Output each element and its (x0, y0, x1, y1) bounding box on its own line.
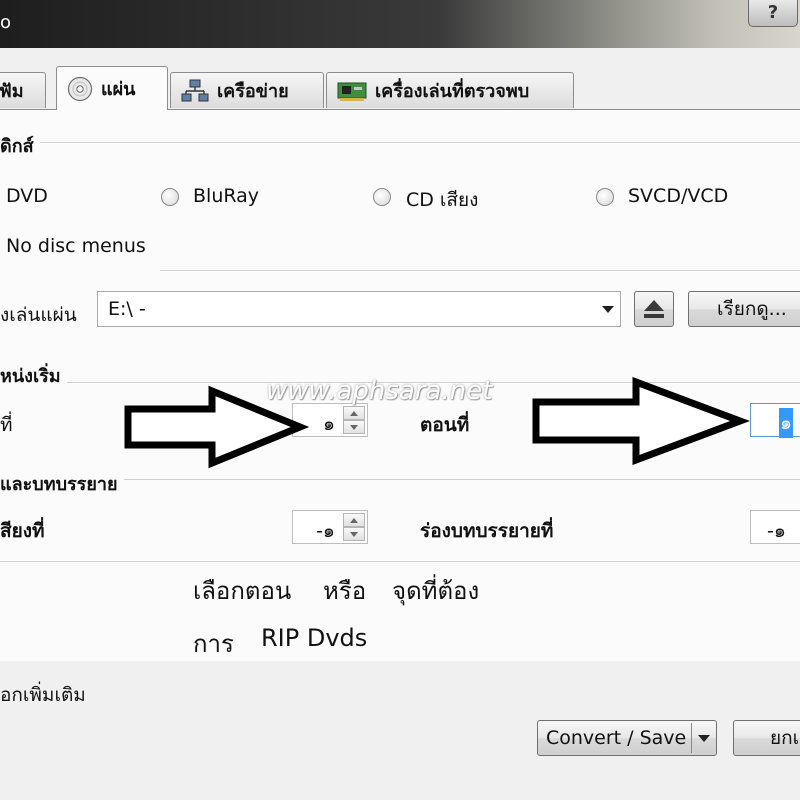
svcd-vcd-radio[interactable] (596, 188, 614, 206)
spin-down-button[interactable] (343, 420, 365, 434)
tab-disc[interactable]: แผ่น (56, 66, 168, 110)
disc-device-value: E:\ - (108, 298, 146, 320)
dvd-radio-label[interactable]: DVD (6, 185, 48, 207)
eject-button[interactable] (634, 291, 674, 327)
chapter-number-label: ตอนที่ (420, 414, 470, 436)
group-legend-start-position: หน่งเริ่ม (0, 361, 67, 390)
svcd-vcd-radio-label[interactable]: SVCD/VCD (628, 185, 728, 207)
annotation-text: จุดที่ต้อง (392, 577, 480, 605)
audio-track-value: -๑ (316, 520, 335, 542)
title-bar: o ? (0, 0, 800, 48)
divider (160, 270, 800, 271)
bluray-radio[interactable] (161, 188, 179, 206)
audio-cd-radio-label[interactable]: CD เสียง (406, 185, 478, 215)
divider (0, 561, 800, 562)
bluray-radio-label[interactable]: BluRay (193, 185, 259, 207)
divider (691, 723, 692, 753)
tab-label: เครือข่าย (217, 81, 289, 102)
capture-card-icon (337, 82, 367, 101)
annotation-text: เลือกตอน (193, 577, 292, 605)
title-number-label: ที่ (0, 414, 13, 436)
chapter-number-spinbox[interactable]: ๑ (750, 403, 800, 438)
title-number-value: ๑ (322, 413, 335, 435)
network-icon (181, 79, 209, 101)
right-arrow-annotation (532, 376, 750, 466)
subtitle-track-value: -๑ (767, 520, 786, 542)
spin-up-button[interactable] (343, 513, 365, 527)
subtitle-track-spinbox[interactable]: -๑ (750, 510, 800, 544)
group-legend-audio-subtitles: และบทบรรยาย (0, 469, 124, 498)
tab-label: เครื่องเล่นที่ตรวจพบ (375, 81, 530, 102)
window-title: o (0, 12, 12, 33)
disc-icon (67, 76, 93, 101)
subtitle-track-label: ร่องบทบรรยายที่ (420, 520, 554, 542)
disc-device-select[interactable]: E:\ - (97, 291, 621, 327)
tab-file[interactable]: ฟัม (0, 72, 46, 108)
spin-up-button[interactable] (343, 406, 365, 420)
no-disc-menus-checkbox-label[interactable]: No disc menus (6, 235, 146, 257)
tab-label: แผ่น (101, 79, 136, 100)
audio-track-spinbox[interactable]: -๑ (292, 510, 368, 544)
tab-capture-device[interactable]: เครื่องเล่นที่ตรวจพบ (326, 72, 574, 108)
disc-device-label: งเล่นแผ่น (0, 304, 77, 326)
eject-icon (644, 300, 664, 318)
tab-strip: ฟัม แผ่น เครือข่าย เครื่องเล่นที่ตรวจพบ (0, 66, 800, 110)
chapter-number-value: ๑ (779, 408, 794, 438)
annotation-text: การ (193, 630, 234, 658)
help-button[interactable]: ? (748, 0, 798, 27)
spin-down-button[interactable] (343, 527, 365, 541)
cancel-button[interactable]: ยกเ (733, 720, 800, 756)
convert-save-label: Convert / Save (546, 727, 687, 749)
audio-cd-radio[interactable] (373, 188, 391, 206)
show-more-options-label[interactable]: อกเพิ่มเติม (0, 680, 86, 710)
chevron-down-icon[interactable] (698, 735, 710, 742)
annotation-text: RIP Dvds (261, 624, 368, 652)
watermark-text: www.aphsara.net (266, 376, 493, 406)
browse-button[interactable]: เรียกดู... (688, 291, 800, 327)
chevron-down-icon[interactable] (602, 306, 614, 313)
divider (0, 142, 800, 143)
audio-track-label: สียงที่ (0, 520, 45, 542)
tab-label: ฟัม (0, 81, 24, 102)
annotation-text: หรือ (323, 577, 367, 605)
tab-network[interactable]: เครือข่าย (170, 72, 324, 108)
convert-save-button[interactable]: Convert / Save (537, 720, 717, 756)
group-legend-disc: ดิกส์ (0, 131, 40, 160)
